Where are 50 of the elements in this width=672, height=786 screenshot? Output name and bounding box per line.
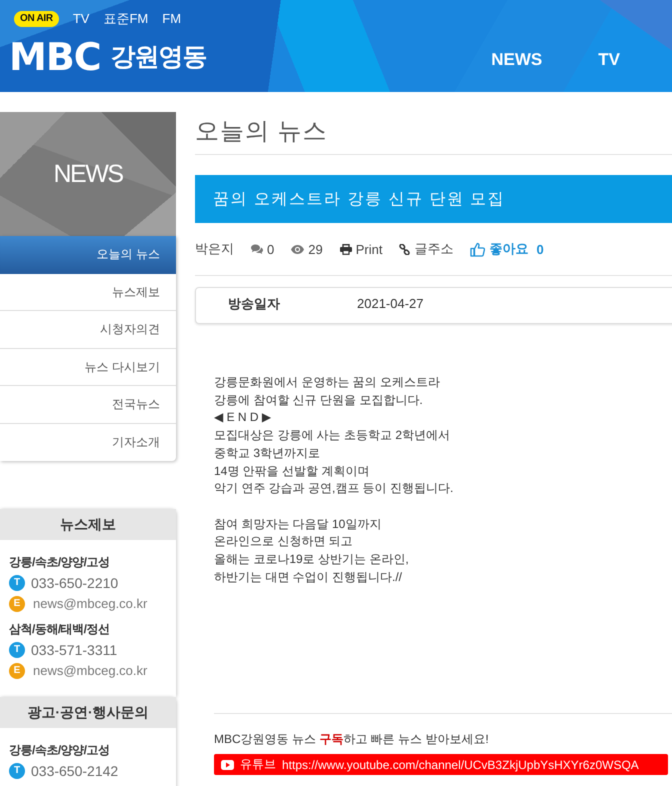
thumbs-up-icon	[470, 242, 486, 256]
email-address: news@mbceg.co.kr	[33, 663, 148, 678]
broadcast-date-label: 방송일자	[228, 294, 281, 312]
channel-link[interactable]: 표준FM	[103, 11, 148, 27]
author-name: 박은지	[195, 240, 234, 258]
banner-title: NEWS	[54, 160, 122, 188]
channel-link[interactable]: TV	[72, 11, 90, 27]
email-address: news@mbceg.co.kr	[33, 596, 148, 611]
print-button[interactable]: Print	[340, 242, 382, 256]
phone-number: 033-571-3311	[31, 642, 118, 658]
youtube-channel-link[interactable]: 유튜브 https://www.youtube.com/channel/UCvB3ZkjUpbYsHXYr6z0WSQA	[214, 754, 668, 776]
sidebar-menu-item[interactable]: 전국뉴스	[0, 386, 176, 424]
view-count: 29	[308, 242, 323, 256]
broadcast-date: 2021-04-27	[357, 296, 424, 311]
sidebar-menu-item[interactable]: 시청자의견	[0, 311, 176, 348]
phone-badge-icon: T	[9, 762, 25, 778]
page-title: 오늘의 뉴스	[195, 117, 328, 147]
article-paragraph: 참여 희망자는 다음달 10일까지 온라인으로 신청하면 되고 올해는 코로나19로 상반기는 온라인, 하반기는 대면 수업이 진행됩니다.//	[214, 516, 410, 586]
logo-region[interactable]: 강원영동	[110, 40, 207, 74]
sidebar-menu-item[interactable]: 기자소개	[0, 424, 176, 461]
office-region: 강릉/속초/양양/고성	[9, 554, 111, 570]
email-badge-icon: E	[9, 662, 25, 678]
phone-badge-icon: T	[9, 642, 25, 658]
sidebar-menu-item[interactable]: 뉴스 다시보기	[0, 348, 176, 386]
play-icon	[221, 760, 234, 770]
on-air-badge[interactable]: ON AIR	[14, 11, 59, 27]
channel-link[interactable]: FM	[162, 11, 182, 27]
office-region: 삼척/동해/태백/정선	[9, 621, 111, 637]
email-badge-icon: E	[9, 596, 25, 612]
link-button[interactable]: 글주소	[399, 240, 454, 258]
contact-panel-title: 광고·공연·행사문의	[0, 697, 176, 728]
logo-mark[interactable]: MBC	[9, 40, 101, 74]
eye-icon	[291, 244, 304, 254]
article-paragraph: 강릉문화원에서 운영하는 꿈의 오케스트라 강릉에 참여할 신규 단원을 모집합니다. ◀ E N D ▶ 모집대상은 강릉에 사는 초등학교 2학년에서 중학교 3학년까지로 14명 안팎을 선발할 계획이며 악기 연주 강습과 공연,캠프 등이 진행됩니다.	[214, 374, 454, 498]
office-region: 강릉/속초/양양/고성	[9, 742, 111, 758]
phone-number: 033-650-2210	[31, 574, 118, 590]
contact-panel-title: 뉴스제보	[0, 509, 176, 540]
like-button[interactable]: 좋아요 0	[470, 240, 544, 258]
link-icon	[399, 244, 410, 254]
comment-icon	[251, 244, 263, 254]
comment-count: 0	[267, 242, 274, 256]
phone-badge-icon: T	[9, 574, 25, 590]
nav-link[interactable]: TV	[598, 50, 620, 70]
print-icon	[340, 244, 352, 254]
sidebar-menu-item[interactable]: 오늘의 뉴스	[0, 236, 176, 274]
phone-number: 033-650-2142	[31, 762, 118, 778]
nav-link[interactable]: NEWS	[491, 50, 542, 70]
article-headline: 꿈의 오케스트라 강릉 신규 단원 모집	[195, 175, 672, 223]
subscribe-message: MBC강원영동 뉴스 구독하고 빠른 뉴스 받아보세요!	[214, 731, 490, 748]
sidebar-menu-item[interactable]: 뉴스제보	[0, 274, 176, 311]
